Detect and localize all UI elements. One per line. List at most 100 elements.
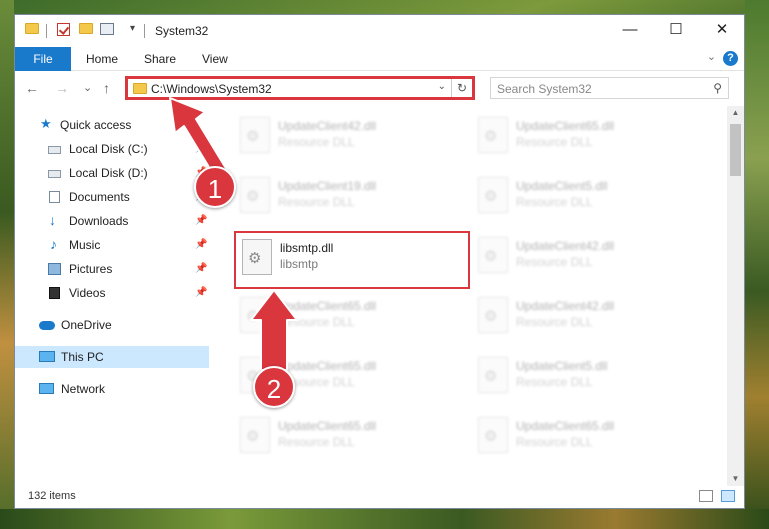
sidebar-item-local-disk-d[interactable]: Local Disk (D:) 📌 bbox=[15, 162, 209, 184]
file-item-libsmtp[interactable]: libsmtp.dll libsmtp bbox=[234, 231, 470, 289]
recent-locations-button[interactable]: ⌄ bbox=[83, 81, 92, 94]
minimize-button[interactable]: — bbox=[607, 15, 653, 47]
pin-icon[interactable]: 📌 bbox=[195, 258, 207, 280]
sidebar-item-label: Network bbox=[61, 382, 106, 396]
dll-file-icon bbox=[478, 177, 508, 213]
music-icon: ♪ bbox=[50, 236, 57, 252]
sidebar-item-music[interactable]: ♪ Music 📌 bbox=[15, 234, 209, 256]
sidebar-item-local-disk-c[interactable]: Local Disk (C:) 📌 bbox=[15, 138, 209, 160]
file-item[interactable]: UpdateClient65.dll Resource DLL bbox=[472, 111, 708, 163]
details-view-icon[interactable] bbox=[699, 490, 713, 502]
search-input[interactable]: Search System32 bbox=[497, 82, 592, 96]
status-bar: 132 items bbox=[15, 486, 744, 508]
pin-icon[interactable]: 📌 bbox=[195, 210, 207, 232]
qat-dropdown-icon[interactable]: ▾ bbox=[130, 23, 135, 34]
file-item[interactable]: UpdateClient5.dll Resource DLL bbox=[472, 351, 708, 403]
file-item[interactable]: UpdateClient65.dll Resource DLL bbox=[234, 411, 470, 463]
pin-icon[interactable]: 📌 bbox=[195, 282, 207, 304]
dll-file-icon bbox=[240, 117, 270, 153]
desktop-wallpaper-left bbox=[0, 0, 14, 529]
desktop-wallpaper-bottom bbox=[0, 509, 769, 529]
scroll-down-icon[interactable]: ▼ bbox=[727, 472, 744, 486]
address-path[interactable]: C:\Windows\System32 bbox=[151, 82, 272, 96]
sidebar-item-documents[interactable]: Documents 📌 bbox=[15, 186, 209, 208]
new-folder-icon[interactable] bbox=[79, 23, 93, 34]
expand-ribbon-button[interactable]: ⌄ bbox=[707, 50, 716, 63]
file-name: UpdateClient42.dll bbox=[516, 239, 615, 253]
back-button[interactable]: ← bbox=[25, 80, 39, 96]
file-type: Resource DLL bbox=[278, 315, 355, 329]
file-name: UpdateClient65.dll bbox=[278, 299, 377, 313]
address-bar[interactable]: C:\Windows\System32 ⌄ ↻ bbox=[125, 76, 475, 100]
network-icon bbox=[39, 383, 54, 394]
file-type: Resource DLL bbox=[516, 375, 593, 389]
ribbon-tabs: File Home Share View ⌄ ? bbox=[15, 47, 744, 71]
sidebar-item-label: Quick access bbox=[60, 118, 132, 132]
file-type: Resource DLL bbox=[516, 435, 593, 449]
tab-share[interactable]: Share bbox=[144, 47, 176, 71]
step-1-badge: 1 bbox=[194, 166, 236, 208]
sidebar-item-onedrive[interactable]: OneDrive bbox=[15, 314, 209, 336]
file-name: UpdateClient5.dll bbox=[516, 359, 608, 373]
file-name: UpdateClient19.dll bbox=[278, 179, 377, 193]
tab-home[interactable]: Home bbox=[86, 47, 118, 71]
file-name: UpdateClient65.dll bbox=[278, 419, 377, 433]
search-box[interactable]: Search System32 ⚲ bbox=[490, 77, 729, 99]
file-name: UpdateClient5.dll bbox=[516, 179, 608, 193]
dll-file-icon bbox=[478, 357, 508, 393]
file-item[interactable]: UpdateClient5.dll Resource DLL bbox=[472, 171, 708, 223]
sidebar-item-downloads[interactable]: ↓ Downloads 📌 bbox=[15, 210, 209, 232]
star-icon: ★ bbox=[40, 116, 52, 131]
tab-view[interactable]: View bbox=[202, 47, 228, 71]
vertical-scrollbar[interactable]: ▲ ▼ bbox=[727, 106, 744, 486]
sidebar-item-pictures[interactable]: Pictures 📌 bbox=[15, 258, 209, 280]
maximize-button[interactable]: ☐ bbox=[653, 15, 699, 47]
file-item[interactable]: UpdateClient65.dll Resource DLL bbox=[472, 411, 708, 463]
file-name: UpdateClient65.dll bbox=[516, 119, 615, 133]
documents-icon bbox=[49, 191, 60, 203]
forward-button[interactable]: → bbox=[55, 80, 69, 96]
sidebar-item-this-pc[interactable]: This PC bbox=[15, 346, 209, 368]
file-type: Resource DLL bbox=[516, 195, 593, 209]
sidebar-item-network[interactable]: Network bbox=[15, 378, 209, 400]
file-type: Resource DLL bbox=[278, 435, 355, 449]
file-name: UpdateClient42.dll bbox=[516, 299, 615, 313]
file-type: Resource DLL bbox=[278, 135, 355, 149]
file-type: Resource DLL bbox=[278, 195, 355, 209]
file-item[interactable]: UpdateClient42.dll Resource DLL bbox=[234, 111, 470, 163]
sidebar-item-videos[interactable]: Videos 📌 bbox=[15, 282, 209, 304]
onedrive-icon bbox=[39, 321, 55, 330]
close-button[interactable]: ✕ bbox=[699, 15, 744, 47]
step-2-badge: 2 bbox=[253, 366, 295, 408]
sidebar-item-label: Local Disk (C:) bbox=[69, 142, 148, 156]
scroll-thumb[interactable] bbox=[730, 124, 741, 176]
search-icon[interactable]: ⚲ bbox=[713, 81, 722, 95]
downloads-icon: ↓ bbox=[49, 212, 56, 228]
file-name: UpdateClient65.dll bbox=[516, 419, 615, 433]
properties-icon[interactable] bbox=[57, 23, 70, 36]
dll-file-icon bbox=[240, 417, 270, 453]
file-name: UpdateClient42.dll bbox=[278, 119, 377, 133]
file-name: UpdateClient65.dll bbox=[278, 359, 377, 373]
scroll-up-icon[interactable]: ▲ bbox=[727, 106, 744, 120]
sidebar-item-label: This PC bbox=[61, 350, 104, 364]
pin-icon[interactable]: 📌 bbox=[195, 234, 207, 256]
address-dropdown-icon[interactable]: ⌄ bbox=[438, 81, 446, 92]
file-item[interactable]: UpdateClient42.dll Resource DLL bbox=[472, 231, 708, 283]
customize-qat-icon[interactable] bbox=[100, 23, 114, 35]
sidebar-item-quick-access[interactable]: ★ Quick access bbox=[15, 114, 209, 136]
file-item[interactable]: UpdateClient19.dll Resource DLL bbox=[234, 171, 470, 223]
dll-file-icon bbox=[478, 297, 508, 333]
pin-icon[interactable]: 📌 bbox=[195, 138, 207, 160]
tab-file[interactable]: File bbox=[15, 47, 71, 71]
file-list: UpdateClient42.dll Resource DLL UpdateCl… bbox=[222, 106, 727, 486]
folder-icon bbox=[133, 83, 147, 94]
drive-icon bbox=[48, 170, 61, 178]
file-item[interactable]: UpdateClient42.dll Resource DLL bbox=[472, 291, 708, 343]
file-item[interactable]: UpdateClient65.dll Resource DLL bbox=[234, 291, 470, 343]
sidebar-item-label: Documents bbox=[69, 190, 130, 204]
up-button[interactable]: ↑ bbox=[103, 80, 110, 96]
help-button[interactable]: ? bbox=[723, 51, 738, 66]
refresh-button[interactable]: ↻ bbox=[451, 79, 472, 97]
large-icons-view-icon[interactable] bbox=[721, 490, 735, 502]
